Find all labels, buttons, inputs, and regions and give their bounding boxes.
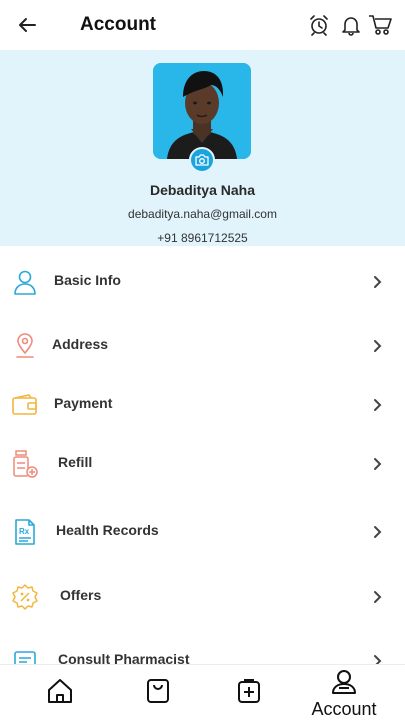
- home-icon: [46, 677, 74, 710]
- chevron-right-icon: [370, 454, 386, 474]
- alarm-clock-icon[interactable]: [306, 12, 332, 38]
- menu-item-offers[interactable]: Offers: [0, 572, 405, 622]
- svg-text:Rx: Rx: [19, 527, 30, 536]
- profile-email: debaditya.naha@gmail.com: [128, 207, 277, 221]
- nav-label-account: Account: [311, 698, 377, 719]
- page-title: Account: [80, 14, 156, 35]
- chevron-right-icon: [370, 272, 386, 292]
- prescription-plus-icon: [236, 677, 262, 710]
- profile-phone: +91 8961712525: [157, 231, 248, 245]
- account-menu: Basic Info Address Payment Refill Rx Hea…: [0, 246, 405, 664]
- chat-icon: [10, 646, 40, 664]
- menu-item-label: Address: [52, 336, 109, 352]
- menu-item-health-records[interactable]: Rx Health Records: [0, 507, 405, 557]
- menu-item-payment[interactable]: Payment: [0, 380, 405, 430]
- bell-icon[interactable]: [338, 12, 364, 38]
- camera-icon[interactable]: [189, 147, 215, 173]
- chevron-right-icon: [370, 395, 386, 415]
- prescription-document-icon: Rx: [10, 517, 40, 547]
- menu-item-label: Basic Info: [54, 272, 121, 288]
- menu-item-label: Health Records: [56, 522, 159, 538]
- avatar[interactable]: [153, 63, 251, 159]
- cart-icon[interactable]: [367, 12, 393, 38]
- back-arrow-icon[interactable]: [14, 12, 40, 38]
- user-icon: [10, 267, 40, 297]
- account-icon: [330, 669, 358, 700]
- menu-item-label: Consult Pharmacist: [58, 651, 190, 664]
- menu-item-label: Refill: [58, 454, 93, 470]
- avatar-container: [153, 63, 251, 173]
- chevron-right-icon: [370, 336, 386, 356]
- menu-item-refill[interactable]: Refill: [0, 439, 405, 489]
- discount-badge-icon: [10, 582, 40, 612]
- nav-orders[interactable]: [118, 665, 198, 720]
- medicine-bottle-icon: [10, 449, 40, 479]
- profile-section: Debaditya Naha debaditya.naha@gmail.com …: [0, 50, 405, 246]
- menu-item-basic-info[interactable]: Basic Info: [0, 257, 405, 307]
- profile-name: Debaditya Naha: [149, 182, 256, 198]
- shopping-bag-icon: [145, 677, 171, 710]
- menu-item-address[interactable]: Address: [0, 321, 405, 371]
- menu-item-label: Payment: [54, 395, 113, 411]
- chevron-right-icon: [370, 587, 386, 607]
- chevron-right-icon: [370, 651, 386, 664]
- chevron-right-icon: [370, 522, 386, 542]
- bottom-navigation: Account: [0, 664, 405, 720]
- wallet-icon: [10, 390, 40, 420]
- location-pin-icon: [10, 331, 40, 361]
- nav-home[interactable]: [20, 665, 100, 720]
- menu-item-consult-pharmacist[interactable]: Consult Pharmacist: [0, 636, 405, 664]
- menu-item-label: Offers: [60, 587, 102, 603]
- nav-account[interactable]: Account: [304, 665, 384, 720]
- nav-prescription[interactable]: [209, 665, 289, 720]
- app-header: Account: [0, 0, 405, 50]
